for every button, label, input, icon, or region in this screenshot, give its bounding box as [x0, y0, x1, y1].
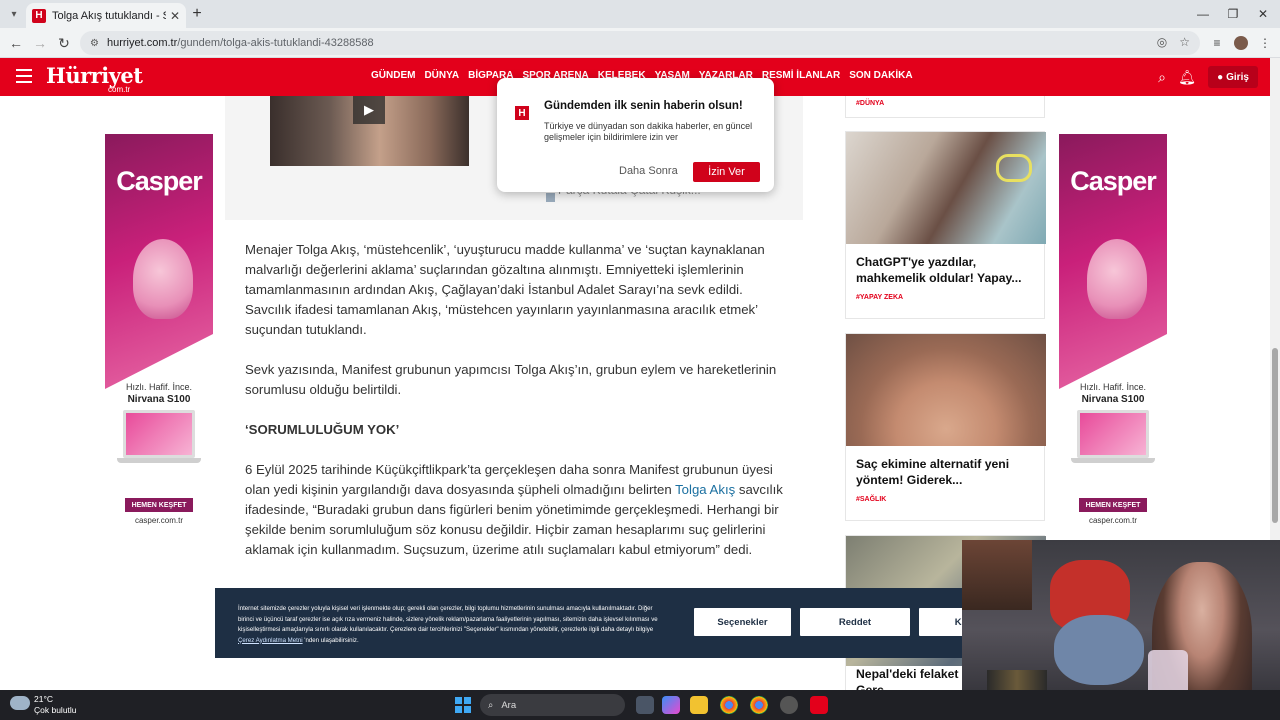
search-icon[interactable]: ⌕: [1153, 68, 1171, 86]
site-info-icon[interactable]: ⚙: [90, 38, 99, 49]
login-label: Giriş: [1226, 71, 1249, 83]
notification-permission-popup: H Gündemden ilk senin haberin olsun! Tür…: [497, 78, 774, 192]
back-icon[interactable]: ←: [6, 33, 26, 53]
windows-taskbar: 21°C Çok bulutlu ⌕ Ara: [0, 690, 1280, 720]
news-image: [846, 132, 1046, 244]
restore-icon[interactable]: ❐: [1218, 4, 1248, 24]
laptop-image: [1077, 410, 1149, 458]
ad-cta-button[interactable]: HEMEN KEŞFET: [125, 498, 193, 512]
ad-model-name: Nirvana S100: [127, 394, 191, 405]
chrome-profile-icon[interactable]: [750, 696, 768, 714]
ad-tagline: Hızlı. Hafif. İnce.: [1079, 382, 1147, 392]
reload-icon[interactable]: ↻: [54, 33, 74, 53]
browser-toolbar: ← → ↻ ⚙ hurriyet.com.tr/gundem/tolga-aki…: [0, 28, 1280, 58]
nav-item[interactable]: DÜNYA: [424, 70, 459, 81]
news-title[interactable]: Saç ekimine alternatif yeni yöntem! Gide…: [846, 446, 1044, 488]
browser-tabstrip: ▾ H Tolga Akış tutuklandı - Son Dakika ✕…: [0, 0, 1280, 28]
taskbar-search[interactable]: ⌕ Ara: [480, 694, 625, 716]
task-view-icon[interactable]: [636, 696, 654, 714]
laptop-image: [123, 410, 195, 458]
ad-url: casper.com.tr: [1088, 516, 1137, 525]
windows-start-icon[interactable]: [455, 697, 471, 713]
article-paragraph: Sevk yazısında, Manifest grubunun yapımc…: [245, 362, 777, 397]
window-close-icon[interactable]: ✕: [1248, 4, 1278, 24]
url-path: /gundem/tolga-akis-tutuklandi-43288588: [177, 37, 374, 49]
scrollbar-thumb[interactable]: [1272, 348, 1278, 523]
ad-tagline: Hızlı. Hafif. İnce.: [125, 382, 193, 392]
ad-url: casper.com.tr: [134, 516, 183, 525]
right-ad-banner[interactable]: Casper Hızlı. Hafif. İnce. Nirvana S100 …: [1059, 134, 1167, 529]
search-icon: ⌕: [488, 699, 494, 711]
robot-icon: [996, 154, 1032, 182]
app-icon[interactable]: [780, 696, 798, 714]
nav-item[interactable]: GÜNDEM: [371, 70, 415, 81]
article-subheading: ‘SORUMLULUĞUM YOK’: [245, 422, 400, 437]
tab-title: Tolga Akış tutuklandı - Son Dakika: [52, 9, 166, 22]
app-icon[interactable]: [810, 696, 828, 714]
ad-model-name: Nirvana S100: [1081, 394, 1145, 405]
related-link-icon: [546, 193, 555, 202]
user-icon: ●: [1217, 71, 1224, 83]
forward-icon[interactable]: →: [30, 33, 50, 53]
plush-toy-image: [1054, 615, 1144, 685]
nav-item[interactable]: SON DAKİKA: [849, 70, 912, 81]
copilot-icon[interactable]: [662, 696, 680, 714]
ad-brand: Casper: [116, 166, 203, 196]
cookie-reject-button[interactable]: Reddet: [800, 608, 910, 636]
cookie-policy-link[interactable]: Çerez Aydınlatma Metni: [238, 637, 303, 644]
article-paragraph: 6 Eylül 2025 tarihinde Küçükçiftlikpark’…: [245, 462, 783, 557]
login-button[interactable]: ● Giriş: [1208, 66, 1258, 88]
ad-model-image: [133, 239, 193, 319]
url-domain: hurriyet.com.tr: [106, 37, 178, 49]
article-body: Menajer Tolga Akış, ‘müstehcenlik’, ‘uyu…: [245, 240, 785, 580]
taskbar-search-placeholder: Ara: [501, 699, 517, 711]
hurriyet-logo-icon: H: [515, 106, 529, 120]
notification-bell-icon[interactable]: 🔔︎: [1178, 68, 1196, 86]
chrome-icon[interactable]: [720, 696, 738, 714]
ad-model-image: [1087, 239, 1147, 319]
tab-search-icon[interactable]: ▾: [6, 6, 22, 22]
site-logo-sub: com.tr: [108, 85, 131, 94]
weather-cloud-icon[interactable]: [10, 696, 30, 710]
hamburger-menu-icon[interactable]: [16, 69, 32, 83]
news-card[interactable]: Saç ekimine alternatif yeni yöntem! Gide…: [845, 333, 1046, 521]
bookmark-star-icon[interactable]: ☆: [1179, 35, 1190, 49]
address-bar[interactable]: ⚙ hurriyet.com.tr/gundem/tolga-akis-tutu…: [80, 31, 1200, 55]
news-image: [846, 334, 1046, 446]
tab-close-icon[interactable]: ✕: [170, 9, 180, 23]
nav-item[interactable]: RESMİ İLANLAR: [762, 70, 840, 81]
article-paragraph: Menajer Tolga Akış, ‘müstehcenlik’, ‘uyu…: [245, 242, 765, 337]
tolga-akis-link[interactable]: Tolga Akış: [675, 482, 735, 497]
new-tab-icon[interactable]: +: [188, 5, 206, 23]
cookie-options-button[interactable]: Seçenekler: [694, 608, 791, 636]
play-icon[interactable]: ▶: [353, 96, 385, 124]
file-explorer-icon[interactable]: [690, 696, 708, 714]
popup-body: Türkiye ve dünyadan son dakika haberler,…: [544, 121, 753, 142]
reading-list-icon[interactable]: ≡: [1208, 34, 1226, 52]
news-tag[interactable]: #SAĞLIK: [846, 488, 1044, 503]
popup-title: Gündemden ilk senin haberin olsun!: [544, 100, 743, 112]
news-tag[interactable]: #DÜNYA: [856, 100, 884, 107]
webcam-background: [962, 540, 1032, 610]
news-title[interactable]: ChatGPT'ye yazdılar, mahkemelik oldular!…: [846, 244, 1044, 286]
tab-favicon-icon: H: [32, 8, 46, 23]
tracking-protection-icon[interactable]: ◎: [1157, 35, 1167, 49]
cookie-text: İnternet sitemizde çerezler yoluyla kişi…: [238, 605, 658, 644]
profile-avatar[interactable]: [1232, 34, 1250, 52]
ad-cta-button[interactable]: HEMEN KEŞFET: [1079, 498, 1147, 512]
left-ad-banner[interactable]: Casper Hızlı. Hafif. İnce. Nirvana S100 …: [105, 134, 213, 529]
browser-tab-active[interactable]: H Tolga Akış tutuklandı - Son Dakika ✕: [26, 3, 186, 28]
weather-temperature[interactable]: 21°C: [34, 694, 53, 704]
minimize-icon[interactable]: —: [1188, 4, 1218, 24]
ad-brand: Casper: [1070, 166, 1157, 196]
news-card[interactable]: ChatGPT'ye yazdılar, mahkemelik oldular!…: [845, 131, 1046, 319]
later-button[interactable]: Daha Sonra: [619, 165, 678, 177]
allow-button[interactable]: İzin Ver: [693, 162, 760, 182]
weather-description[interactable]: Çok bulutlu: [34, 705, 77, 715]
news-tag[interactable]: #YAPAY ZEKA: [846, 286, 1044, 301]
browser-menu-icon[interactable]: ⋮: [1256, 34, 1274, 52]
